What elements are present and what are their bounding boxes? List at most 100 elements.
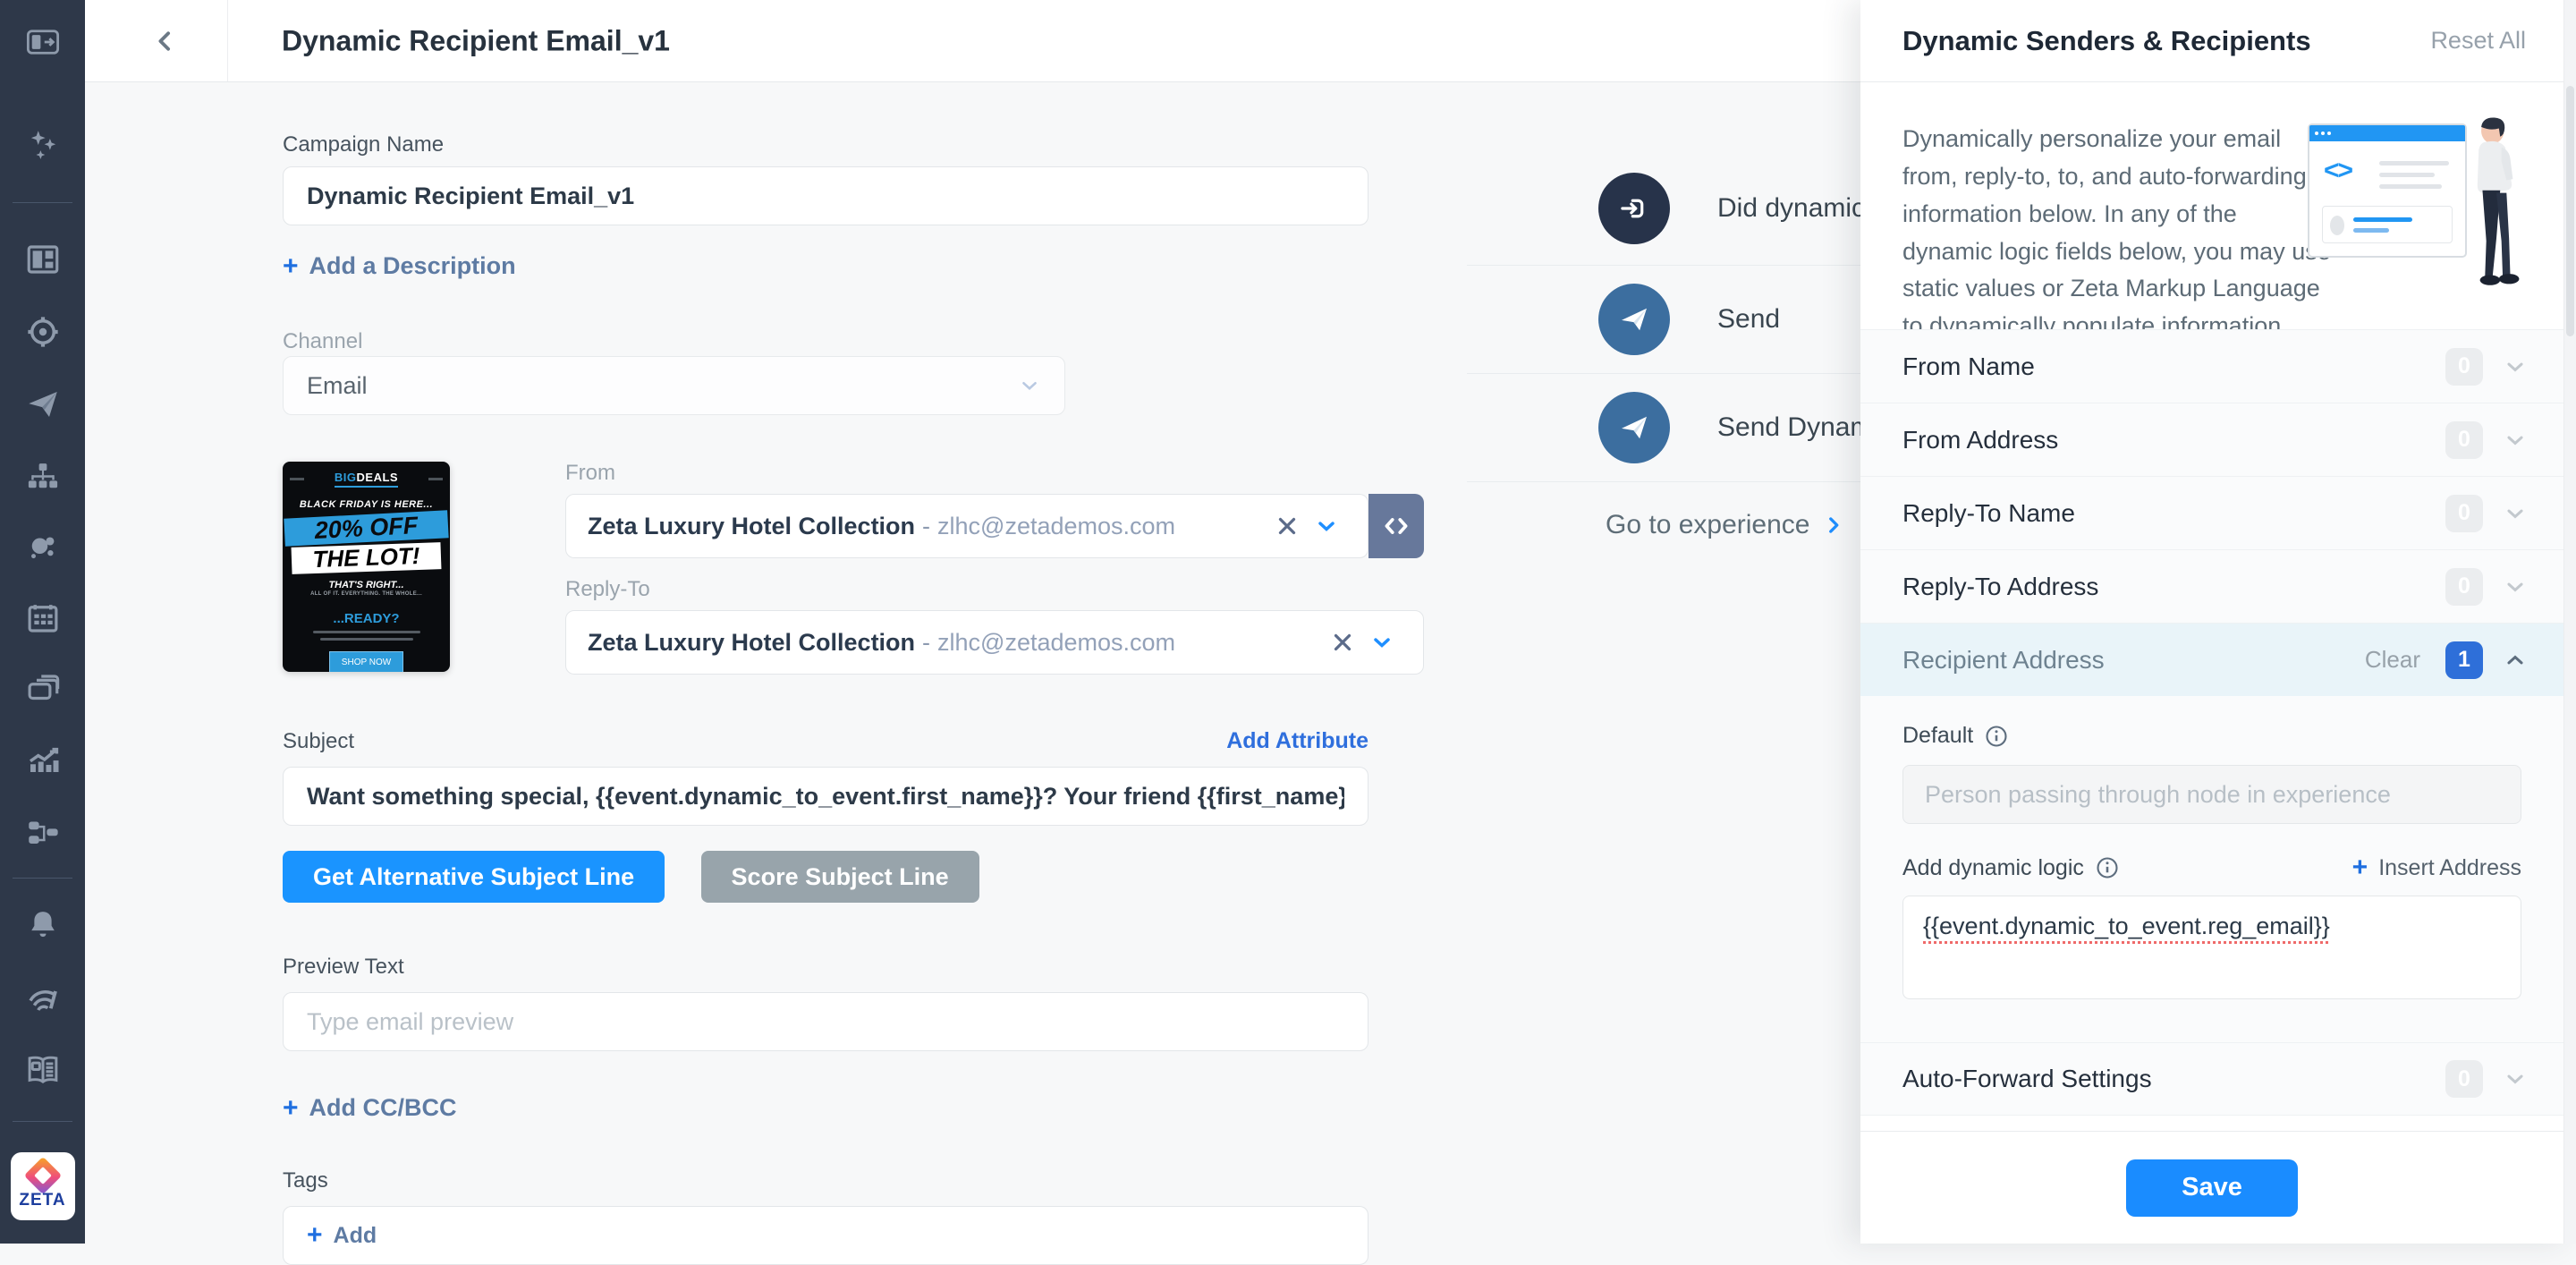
go-to-experience-link[interactable]: Go to experience xyxy=(1606,510,1845,540)
info-icon[interactable] xyxy=(2095,855,2120,880)
paper-plane-icon xyxy=(1615,301,1653,338)
panel-title: Dynamic Senders & Recipients xyxy=(1902,25,2311,57)
replyto-email: zlhc@zetademos.com xyxy=(937,629,1323,657)
campaign-name-input[interactable] xyxy=(283,166,1368,225)
channel-value: Email xyxy=(307,372,368,400)
replyto-field[interactable]: Zeta Luxury Hotel Collection - zlhc@zeta… xyxy=(565,610,1424,675)
chevron-right-icon xyxy=(1822,514,1845,537)
info-icon[interactable] xyxy=(1984,724,2009,749)
accordion-label: Auto-Forward Settings xyxy=(1902,1065,2152,1093)
preview-text-input[interactable] xyxy=(283,992,1368,1051)
chevron-down-icon xyxy=(2503,354,2528,379)
zeta-logo[interactable]: ZETA xyxy=(11,1152,75,1220)
chevron-down-icon xyxy=(2503,428,2528,453)
zeta-diamond-icon xyxy=(30,1162,56,1189)
from-separator: - xyxy=(922,513,930,540)
score-subject-button[interactable]: Score Subject Line xyxy=(701,851,979,903)
analytics-chart-icon[interactable] xyxy=(22,739,64,780)
ai-sparkles-icon[interactable] xyxy=(22,124,64,166)
node-event-trigger[interactable] xyxy=(1598,173,1670,244)
from-name: Zeta Luxury Hotel Collection xyxy=(588,513,915,540)
back-button[interactable] xyxy=(103,0,228,81)
send-plane-icon[interactable] xyxy=(22,384,64,425)
thumb-header: BIGDEALS xyxy=(283,462,450,488)
dynamic-logic-label: Add dynamic logic xyxy=(1902,855,2084,881)
accordion-label: From Name xyxy=(1902,352,2035,381)
code-icon xyxy=(1381,511,1411,541)
sidebar-divider xyxy=(13,878,72,879)
sidebar-divider xyxy=(13,1121,72,1122)
audience-bubbles-icon[interactable] xyxy=(22,527,64,568)
preview-text-label: Preview Text xyxy=(283,955,1368,980)
save-button[interactable]: Save xyxy=(2126,1159,2298,1217)
notifications-bell-icon[interactable] xyxy=(22,904,64,946)
plus-icon: + xyxy=(283,1095,299,1122)
chevron-down-icon xyxy=(1018,374,1041,397)
panel-scrollbar[interactable] xyxy=(2563,0,2576,1244)
add-ccbcc-label: Add CC/BCC xyxy=(309,1094,457,1122)
email-thumbnail[interactable]: BIGDEALS BLACK FRIDAY IS HERE... 20% OFF… xyxy=(283,462,450,672)
default-label: Default xyxy=(1902,723,1973,749)
accordion-label: Reply-To Name xyxy=(1902,499,2075,528)
default-recipient-input[interactable] xyxy=(1902,765,2521,824)
templates-cards-icon[interactable] xyxy=(22,668,64,709)
dynamic-logic-textarea[interactable]: {{event.dynamic_to_event.reg_email}} xyxy=(1902,896,2521,999)
calendar-icon[interactable] xyxy=(22,598,64,639)
replyto-field-row: Zeta Luxury Hotel Collection - zlhc@zeta… xyxy=(565,610,1424,675)
flow-split-icon[interactable] xyxy=(22,811,64,852)
dynamic-logic-value: {{event.dynamic_to_event.reg_email}} xyxy=(1923,913,2330,939)
insert-address-label: Insert Address xyxy=(2378,855,2521,881)
thumb-shop-now-button: SHOP NOW xyxy=(329,651,403,672)
accordion-row-replyto-address[interactable]: Reply-To Address 0 xyxy=(1860,549,2563,623)
plus-icon: + xyxy=(2352,854,2368,881)
replyto-clear-icon[interactable] xyxy=(1323,623,1362,662)
panel-description: Dynamically personalize your email from,… xyxy=(1902,121,2332,345)
reset-all-link[interactable]: Reset All xyxy=(2430,27,2526,55)
subject-label: Subject xyxy=(283,729,354,754)
browser-window-illustration: <> xyxy=(2308,123,2467,258)
accordion-row-replyto-name[interactable]: Reply-To Name 0 xyxy=(1860,476,2563,549)
dashboard-icon[interactable] xyxy=(22,239,64,280)
sidebar-collapse-icon[interactable] xyxy=(22,21,64,63)
add-ccbcc-link[interactable]: + Add CC/BCC xyxy=(283,1094,457,1122)
subject-block: Subject Add Attribute Get Alternative Su… xyxy=(283,728,1368,1265)
get-alternative-subject-button[interactable]: Get Alternative Subject Line xyxy=(283,851,665,903)
insert-address-link[interactable]: + Insert Address xyxy=(2352,854,2521,881)
tags-add-link[interactable]: + Add xyxy=(307,1222,377,1249)
thumb-text-line xyxy=(313,631,420,633)
thumb-ready: ...READY? xyxy=(283,611,450,626)
from-field[interactable]: Zeta Luxury Hotel Collection - zlhc@zeta… xyxy=(565,494,1368,558)
tags-box[interactable]: + Add xyxy=(283,1206,1368,1265)
from-clear-icon[interactable] xyxy=(1267,506,1307,546)
replyto-label: Reply-To xyxy=(565,577,650,602)
accordion-row-recipient-address[interactable]: Recipient Address Clear 1 xyxy=(1860,623,2563,696)
signals-icon[interactable] xyxy=(22,977,64,1018)
zeta-logo-text: ZETA xyxy=(19,1191,65,1210)
add-attribute-link[interactable]: Add Attribute xyxy=(1226,728,1368,754)
subject-buttons: Get Alternative Subject Line Score Subje… xyxy=(283,851,1368,903)
target-icon[interactable] xyxy=(22,311,64,352)
node-send-dynamic[interactable] xyxy=(1598,392,1670,463)
left-sidebar: ZETA xyxy=(0,0,85,1244)
accordion-row-from-address[interactable]: From Address 0 xyxy=(1860,403,2563,476)
accordion-row-autoforward[interactable]: Auto-Forward Settings 0 xyxy=(1860,1042,2563,1116)
from-chevron-down-icon[interactable] xyxy=(1307,506,1346,546)
subject-head: Subject Add Attribute xyxy=(283,728,1368,754)
clear-link[interactable]: Clear xyxy=(2365,646,2420,674)
scrollbar-thumb[interactable] xyxy=(2566,86,2574,336)
channel-select[interactable]: Email xyxy=(283,356,1065,415)
accordion-row-from-name[interactable]: From Name 0 xyxy=(1860,329,2563,403)
knowledge-book-icon[interactable] xyxy=(22,1049,64,1091)
sitemap-icon[interactable] xyxy=(22,456,64,497)
subject-input[interactable] xyxy=(283,767,1368,826)
recipient-address-body: Default Add dynamic logic + Insert Addre… xyxy=(1860,696,2563,1042)
thumb-line2: THAT'S RIGHT... xyxy=(283,580,450,590)
sidebar-divider xyxy=(13,202,72,203)
from-code-toggle-button[interactable] xyxy=(1368,494,1424,558)
tags-add-label: Add xyxy=(334,1223,377,1249)
count-badge: 0 xyxy=(2445,421,2483,459)
node-send[interactable] xyxy=(1598,284,1670,355)
replyto-chevron-down-icon[interactable] xyxy=(1362,623,1402,662)
tags-label: Tags xyxy=(283,1168,1368,1193)
add-description-link[interactable]: + Add a Description xyxy=(283,252,516,280)
